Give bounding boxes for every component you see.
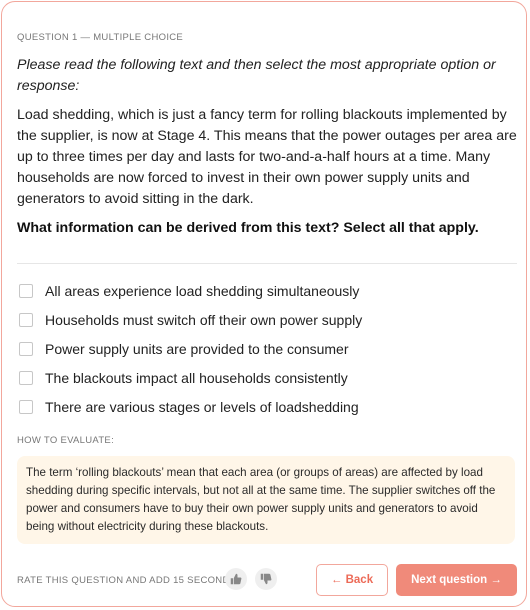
evaluation-box: The term ‘rolling blackouts’ mean that e…	[17, 456, 515, 544]
answer-option-label: Power supply units are provided to the c…	[45, 340, 349, 357]
next-question-button[interactable]: Next question →	[396, 564, 517, 596]
checkbox[interactable]	[19, 399, 33, 414]
rate-question-label: RATE THIS QUESTION AND ADD 15 SECONDS:	[17, 575, 240, 586]
question-prompt: What information can be derived from thi…	[17, 220, 479, 236]
checkbox[interactable]	[19, 370, 33, 385]
thumbs-down-icon	[260, 573, 272, 585]
answer-option[interactable]: Power supply units are provided to the c…	[19, 334, 509, 363]
answer-option-label: All areas experience load shedding simul…	[45, 282, 360, 299]
divider	[17, 263, 517, 264]
answer-options: All areas experience load shedding simul…	[19, 276, 509, 421]
thumbs-up-button[interactable]	[225, 568, 247, 590]
answer-option-label: The blackouts impact all households cons…	[45, 369, 348, 386]
thumbs-down-button[interactable]	[255, 568, 277, 590]
question-card: QUESTION 1 — MULTIPLE CHOICE Please read…	[1, 1, 527, 607]
checkbox[interactable]	[19, 341, 33, 356]
question-instruction: Please read the following text and then …	[17, 57, 496, 94]
answer-option-label: There are various stages or levels of lo…	[45, 398, 359, 415]
evaluation-text: The term ‘rolling blackouts’ mean that e…	[26, 466, 496, 533]
thumbs-up-icon	[230, 573, 242, 585]
back-button[interactable]: ← Back	[316, 564, 388, 596]
evaluation-label: HOW TO EVALUATE:	[17, 435, 115, 446]
checkbox[interactable]	[19, 312, 33, 327]
answer-option[interactable]: All areas experience load shedding simul…	[19, 276, 509, 305]
answer-option-label: Households must switch off their own pow…	[45, 311, 363, 328]
answer-option[interactable]: The blackouts impact all households cons…	[19, 363, 509, 392]
question-type-label: QUESTION 1 — MULTIPLE CHOICE	[17, 32, 184, 43]
answer-option[interactable]: There are various stages or levels of lo…	[19, 392, 509, 421]
checkbox[interactable]	[19, 283, 33, 298]
reading-passage: Load shedding, which is just a fancy ter…	[17, 107, 517, 207]
answer-option[interactable]: Households must switch off their own pow…	[19, 305, 509, 334]
